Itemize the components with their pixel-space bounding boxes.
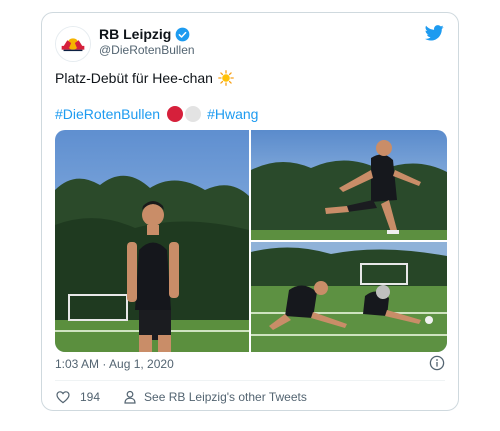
red-circle-emoji-icon (167, 106, 184, 122)
like-count[interactable]: 194 (80, 390, 100, 404)
photo-players-stretching[interactable] (251, 242, 447, 352)
photo-player-standing[interactable] (55, 130, 249, 352)
verified-badge-icon (175, 27, 190, 41)
author-name-row[interactable]: RB Leipzig (99, 26, 190, 42)
tweet-card[interactable]: RB Leipzig @DieRotenBullen Platz-Debüt f… (41, 12, 459, 411)
avatar[interactable] (55, 26, 91, 62)
sun-emoji-icon (218, 70, 234, 86)
tweet-text-content: Platz-Debüt für Hee-chan (55, 70, 213, 86)
hashtag-hwang-link[interactable]: #Hwang (207, 106, 258, 122)
author-handle[interactable]: @DieRotenBullen (99, 43, 195, 57)
photo-players-stretching-image (251, 242, 447, 352)
display-name[interactable]: RB Leipzig (99, 26, 171, 42)
white-circle-emoji-icon (185, 106, 202, 122)
person-icon (124, 390, 136, 404)
see-other-tweets-link[interactable]: See RB Leipzig's other Tweets (144, 390, 307, 404)
photo-player-standing-image (55, 130, 249, 352)
hashtag-dierotenbullen-link[interactable]: #DieRotenBullen (55, 106, 160, 122)
heart-icon[interactable] (55, 389, 71, 405)
photo-player-kicking-image (251, 130, 447, 240)
divider (55, 380, 445, 381)
twitter-bird-icon[interactable] (425, 25, 444, 41)
hashtag-row: #DieRotenBullen #Hwang (55, 106, 258, 122)
media-gallery (55, 130, 447, 352)
tweet-timestamp-link[interactable]: 1:03 AM · Aug 1, 2020 (55, 357, 174, 371)
tweet-text: Platz-Debüt für Hee-chan (55, 70, 234, 86)
rb-leipzig-logo (56, 27, 90, 61)
tweet-actions: 194 See RB Leipzig's other Tweets (55, 388, 307, 406)
photo-player-kicking[interactable] (251, 130, 447, 240)
info-icon[interactable] (429, 355, 445, 371)
